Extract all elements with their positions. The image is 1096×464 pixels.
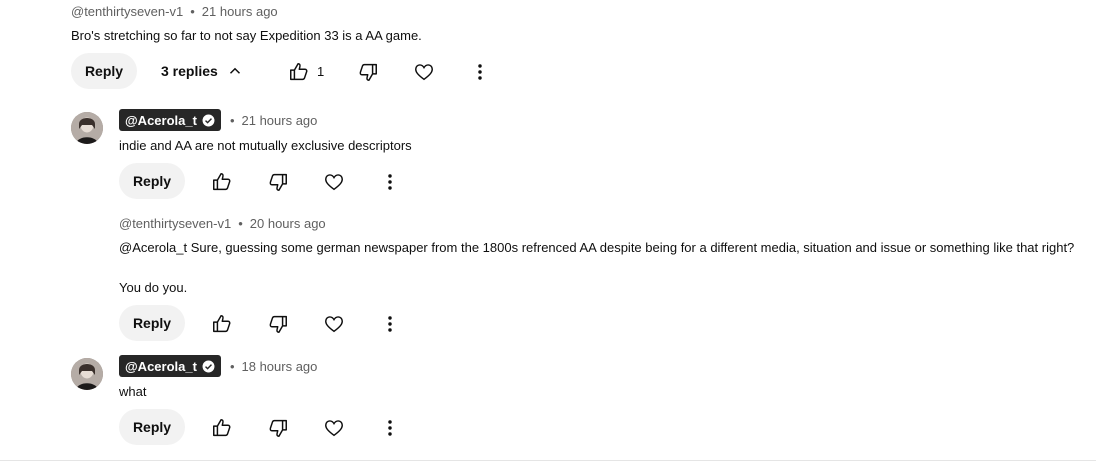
separator-dot: •: [229, 358, 235, 374]
more-vert-icon[interactable]: [378, 312, 402, 336]
thumbs-down-icon[interactable]: [266, 312, 290, 336]
comment-header: @tenthirtyseven-v1 • 21 hours ago: [71, 4, 278, 19]
reply-header: @tenthirtyseven-v1 • 20 hours ago: [119, 216, 326, 231]
reply-button[interactable]: Reply: [119, 305, 185, 341]
reply-time[interactable]: 20 hours ago: [250, 216, 326, 231]
channel-owner-badge[interactable]: @Acerola_t: [119, 109, 221, 131]
more-vert-icon[interactable]: [468, 60, 492, 84]
thumbs-up-icon[interactable]: [210, 170, 234, 194]
replies-toggle-button[interactable]: 3 replies: [161, 62, 244, 80]
reply-header: @Acerola_t • 18 hours ago: [119, 355, 317, 377]
like-count: 1: [317, 64, 325, 79]
reply-author: @Acerola_t: [125, 112, 197, 128]
heart-icon[interactable]: [322, 312, 346, 336]
reply-text-line-2: You do you.: [119, 280, 188, 295]
verified-check-icon: [202, 114, 215, 127]
reply-header: @Acerola_t • 21 hours ago: [119, 109, 317, 131]
heart-icon[interactable]: [322, 416, 346, 440]
comment-text: Bro's stretching so far to not say Exped…: [71, 28, 422, 43]
thumbs-down-icon[interactable]: [266, 416, 290, 440]
bottom-divider: [0, 460, 1096, 461]
avatar[interactable]: [71, 112, 103, 144]
heart-icon[interactable]: [322, 170, 346, 194]
avatar[interactable]: [71, 358, 103, 390]
thumbs-up-icon[interactable]: [210, 312, 234, 336]
reply-button[interactable]: Reply: [71, 53, 137, 89]
reply-author[interactable]: @tenthirtyseven-v1: [119, 216, 231, 231]
reply-text: indie and AA are not mutually exclusive …: [119, 138, 412, 153]
reply-author: @Acerola_t: [125, 358, 197, 374]
separator-dot: •: [238, 216, 243, 231]
replies-count-label: 3 replies: [161, 63, 218, 79]
separator-dot: •: [190, 4, 195, 19]
reply-time[interactable]: 18 hours ago: [242, 359, 318, 374]
heart-icon[interactable]: [412, 60, 436, 84]
thumbs-up-icon[interactable]: [210, 416, 234, 440]
reply-button[interactable]: Reply: [119, 163, 185, 199]
chevron-up-icon: [226, 62, 244, 80]
thumbs-down-icon[interactable]: [356, 60, 380, 84]
reply-button[interactable]: Reply: [119, 409, 185, 445]
reply-text: what: [119, 384, 147, 399]
more-vert-icon[interactable]: [378, 416, 402, 440]
more-vert-icon[interactable]: [378, 170, 402, 194]
thumbs-down-icon[interactable]: [266, 170, 290, 194]
verified-check-icon: [202, 360, 215, 373]
separator-dot: •: [229, 112, 235, 128]
comment-author[interactable]: @tenthirtyseven-v1: [71, 4, 183, 19]
channel-owner-badge[interactable]: @Acerola_t: [119, 355, 221, 377]
reply-time[interactable]: 21 hours ago: [242, 113, 318, 128]
comment-time[interactable]: 21 hours ago: [202, 4, 278, 19]
thumbs-up-icon[interactable]: [287, 60, 311, 84]
reply-text-line-1: @Acerola_t Sure, guessing some german ne…: [119, 240, 1075, 255]
